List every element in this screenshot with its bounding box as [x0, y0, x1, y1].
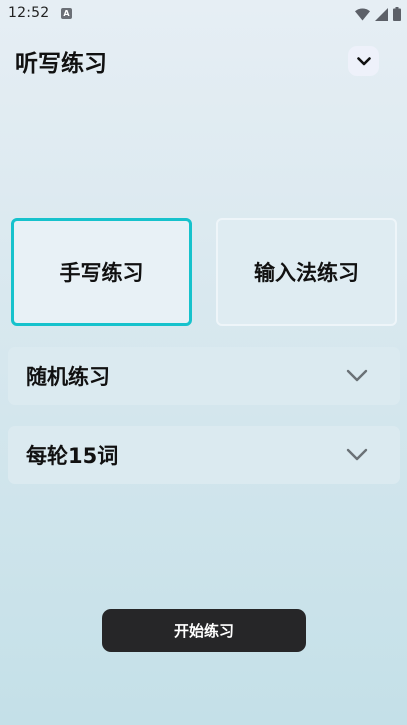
- status-icons: [355, 6, 401, 22]
- wifi-icon: [355, 8, 370, 20]
- chevron-down-icon: [346, 369, 368, 382]
- mode-handwriting-label: 手写练习: [59, 261, 144, 285]
- mode-handwriting-card[interactable]: 手写练习: [11, 218, 192, 326]
- chevron-down-icon: [346, 448, 368, 461]
- battery-icon: [393, 7, 401, 21]
- header-expand-button[interactable]: [348, 46, 379, 76]
- status-time: 12:52: [8, 5, 50, 21]
- mode-ime-card[interactable]: 输入法练习: [216, 218, 397, 326]
- notification-a-icon: A: [61, 8, 72, 19]
- count-select-value: 每轮15词: [26, 444, 119, 468]
- order-select-value: 随机练习: [26, 365, 110, 389]
- status-bar: 12:52 A: [0, 0, 407, 28]
- signal-icon: [375, 7, 388, 21]
- order-select[interactable]: 随机练习: [8, 347, 400, 405]
- chevron-down-icon: [356, 56, 371, 65]
- mode-ime-label: 输入法练习: [254, 261, 359, 285]
- start-practice-button[interactable]: 开始练习: [102, 609, 306, 652]
- count-select[interactable]: 每轮15词: [8, 426, 400, 484]
- page-title: 听写练习: [15, 51, 107, 77]
